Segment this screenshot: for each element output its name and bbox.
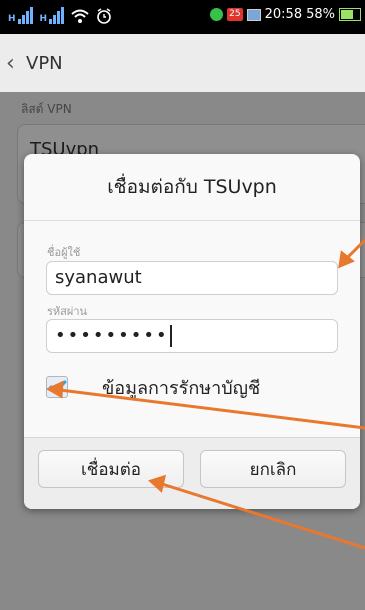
- username-field[interactable]: syanawut: [46, 261, 338, 295]
- wifi-icon: [71, 9, 89, 23]
- page-title: VPN: [26, 52, 63, 74]
- dialog-divider: [24, 220, 360, 221]
- text-cursor: [169, 325, 172, 347]
- action-bar: ‹ VPN: [0, 34, 365, 93]
- vpn-connect-dialog: เชื่อมต่อกับ TSUvpn ชื่อผู้ใช้ syanawut …: [24, 154, 360, 509]
- status-left-icons: H H: [8, 6, 112, 24]
- alarm-icon: [97, 8, 111, 24]
- status-right-icons: 25 20:58 58%: [210, 7, 361, 22]
- password-label: รหัสผ่าน: [47, 305, 88, 318]
- calendar-icon: 25: [227, 8, 243, 21]
- save-account-label[interactable]: ข้อมูลการรักษาบัญชี: [102, 373, 260, 402]
- chevron-left-icon: ‹: [6, 50, 15, 76]
- signal-sim2-icon: H: [40, 6, 65, 24]
- username-label: ชื่อผู้ใช้: [47, 246, 81, 259]
- app-notification-icon: [210, 8, 224, 21]
- connect-button[interactable]: เชื่อมต่อ: [38, 450, 184, 488]
- signal-sim1-icon: H: [8, 6, 33, 24]
- image-icon: [246, 8, 261, 21]
- save-account-checkbox[interactable]: [46, 376, 68, 398]
- dialog-title: เชื่อมต่อกับ TSUvpn: [107, 176, 277, 198]
- clock: 20:58: [264, 7, 303, 22]
- password-mask: •••••••••: [55, 325, 169, 346]
- cancel-button[interactable]: ยกเลิก: [200, 450, 346, 488]
- battery-icon: [339, 8, 361, 21]
- dialog-button-bar: เชื่อมต่อ ยกเลิก: [24, 437, 360, 509]
- password-field[interactable]: •••••••••: [46, 319, 338, 353]
- checkmark-icon: [49, 380, 67, 393]
- back-button[interactable]: ‹ VPN: [6, 48, 66, 78]
- battery-percent: 58%: [306, 7, 335, 22]
- status-bar: H H 25 20:58 58%: [0, 0, 365, 34]
